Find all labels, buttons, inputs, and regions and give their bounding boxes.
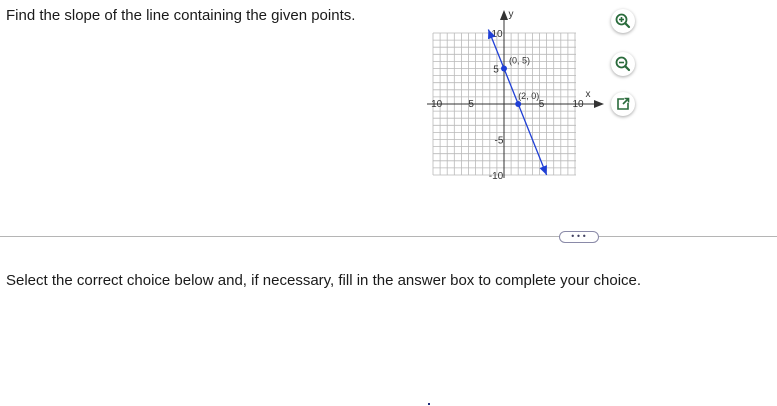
tick-label-x: -5 <box>465 99 474 110</box>
popout-icon <box>617 97 630 110</box>
zoom-in-icon <box>615 13 631 29</box>
coordinate-graph: -10 -5 5 10 10 5 -5 -10 x y (0, 5) (2, 0) <box>416 8 604 180</box>
section-divider <box>0 236 777 237</box>
popout-button[interactable] <box>611 92 635 116</box>
zoom-out-icon <box>615 56 631 72</box>
cursor-mark <box>428 403 430 405</box>
tick-label-x: 10 <box>572 99 584 110</box>
plotted-point <box>515 101 522 107</box>
graph-axes <box>427 10 604 178</box>
question-text: Find the slope of the line containing th… <box>6 7 356 24</box>
tick-label-x: 5 <box>539 99 545 110</box>
y-axis-arrow-icon <box>500 10 508 20</box>
more-options-button[interactable]: ••• <box>559 231 599 243</box>
point-label: (0, 5) <box>509 56 530 66</box>
tick-label-x: -10 <box>428 99 443 110</box>
tick-label-y: -10 <box>489 171 504 180</box>
tick-label-y: -5 <box>495 136 504 147</box>
x-axis-arrow-icon <box>594 100 604 108</box>
zoom-in-button[interactable] <box>611 9 635 33</box>
instruction-text: Select the correct choice below and, if … <box>6 272 642 289</box>
plotted-point <box>501 65 507 72</box>
zoom-out-button[interactable] <box>611 52 635 76</box>
tick-label-y: 5 <box>493 65 499 76</box>
point-label: (2, 0) <box>518 91 539 101</box>
x-axis-label: x <box>586 89 591 100</box>
y-axis-label: y <box>509 9 514 20</box>
